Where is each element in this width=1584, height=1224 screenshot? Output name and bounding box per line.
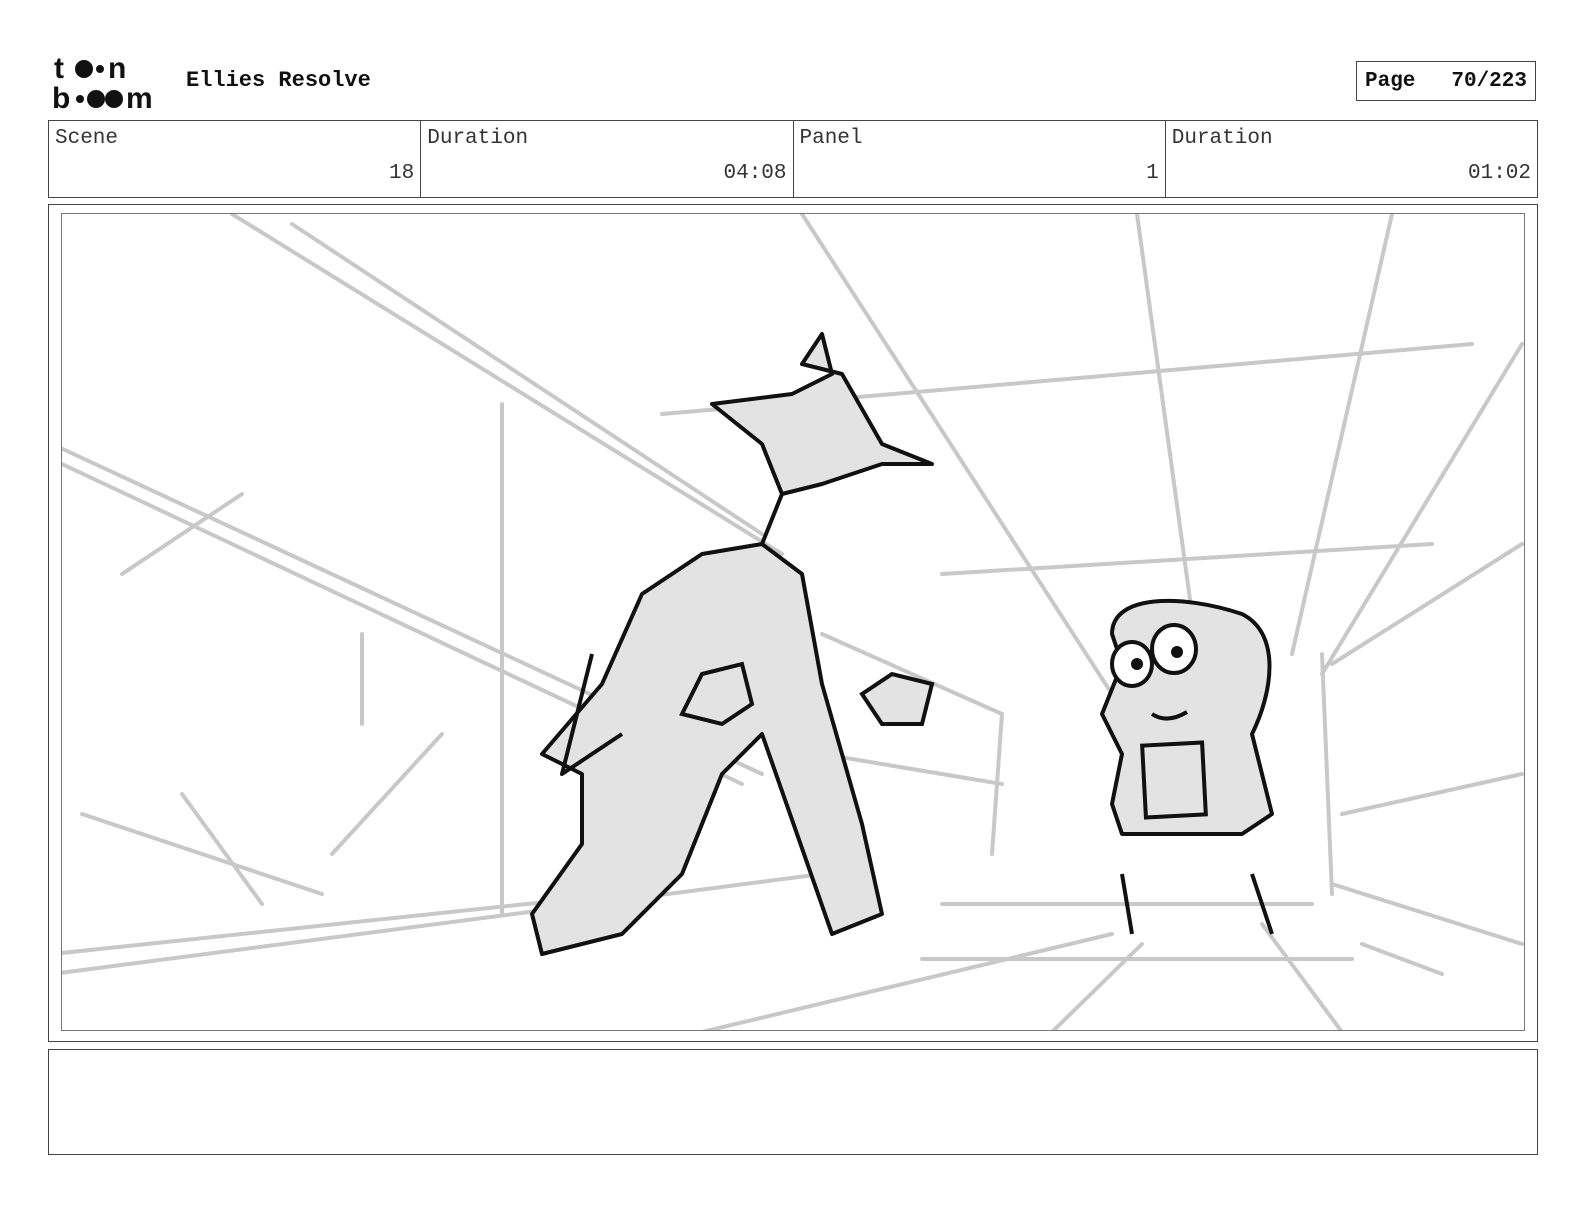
svg-text:n: n (108, 52, 126, 85)
storyboard-panel-frame (48, 204, 1538, 1042)
project-title: Ellies Resolve (186, 68, 371, 93)
panel-duration-cell: Duration 01:02 (1166, 121, 1537, 197)
svg-text:t: t (54, 52, 64, 85)
scene-cell: Scene 18 (49, 121, 422, 197)
svg-text:b: b (52, 82, 70, 112)
panel-cell: Panel 1 (794, 121, 1166, 197)
scene-duration-cell: Duration 04:08 (421, 121, 794, 197)
page-number: 70/223 (1451, 69, 1527, 93)
small-character-sketch (1100, 598, 1274, 935)
panel-duration-value: 01:02 (1467, 162, 1531, 185)
storyboard-sketch (62, 214, 1524, 1030)
panel-label: Panel (799, 127, 863, 150)
scene-info-row: Scene 18 Duration 04:08 Panel 1 Duration… (48, 120, 1538, 198)
panel-value: 1 (1146, 162, 1159, 185)
page-indicator: Page 70/223 (1356, 61, 1536, 101)
scene-label: Scene (55, 127, 119, 150)
scene-duration-label: Duration (427, 127, 529, 150)
panel-notes-box (48, 1049, 1538, 1155)
scene-duration-value: 04:08 (723, 162, 787, 185)
panel-duration-label: Duration (1171, 127, 1273, 150)
page-label: Page (1365, 69, 1416, 93)
tall-character-sketch (530, 332, 935, 956)
svg-text:m: m (126, 82, 153, 112)
storyboard-drawing (61, 213, 1525, 1031)
toon-boom-logo: t n b m (52, 52, 164, 115)
scene-value: 18 (389, 162, 415, 185)
